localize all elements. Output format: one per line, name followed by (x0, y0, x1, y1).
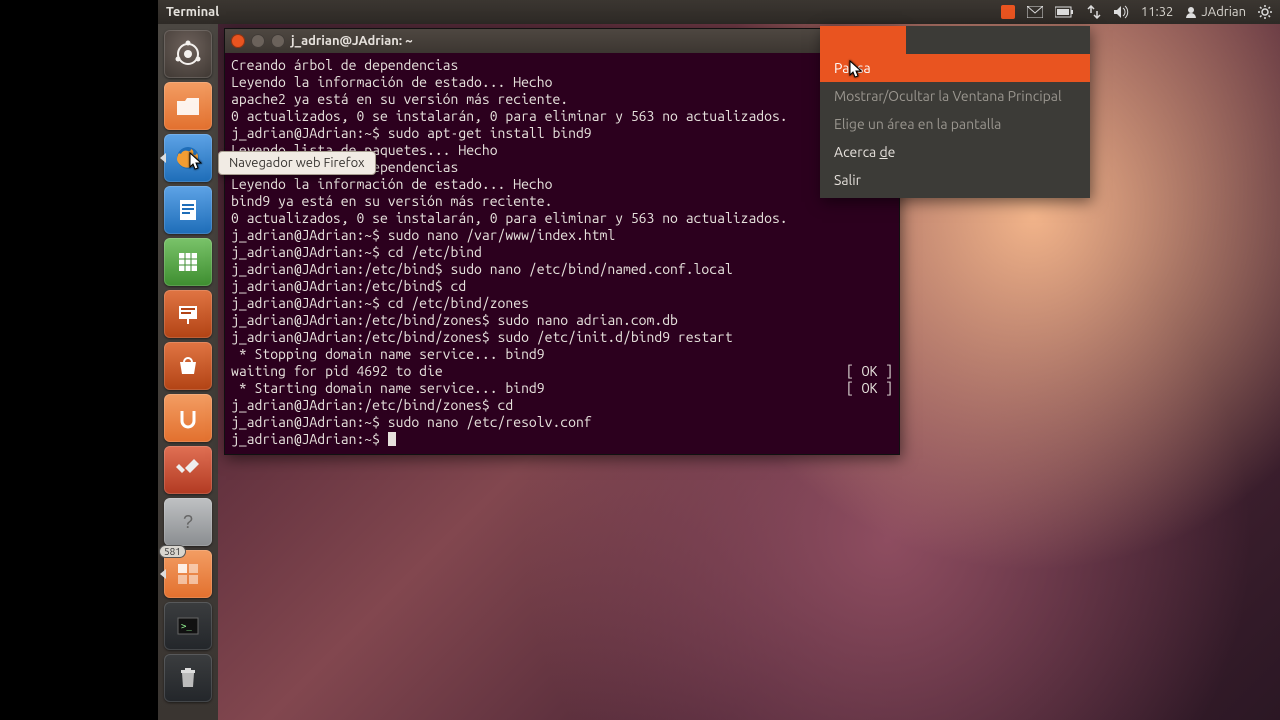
window-minimize-icon[interactable] (251, 34, 265, 48)
window-close-icon[interactable] (231, 34, 245, 48)
battery-icon[interactable] (1055, 6, 1075, 18)
menu-item[interactable]: Salir (820, 166, 1090, 194)
terminal-titlebar[interactable]: j_adrian@JAdrian: ~ (225, 29, 899, 53)
svg-text:>_: >_ (181, 622, 192, 632)
terminal-output[interactable]: Creando árbol de dependencias Leyendo la… (225, 53, 899, 454)
system-gear-icon[interactable] (1258, 5, 1272, 19)
screen-recorder-indicator[interactable] (1001, 5, 1015, 19)
network-icon[interactable] (1087, 5, 1101, 19)
settings-icon[interactable] (164, 446, 212, 494)
launcher: ? 581 >_ (158, 24, 218, 720)
launcher-tooltip: Navegador web Firefox (218, 151, 376, 175)
menu-item[interactable]: Mostrar/Ocultar la Ventana Principal (820, 82, 1090, 110)
menu-item[interactable]: Elige un área en la pantalla (820, 110, 1090, 138)
ubuntu-one-icon[interactable] (164, 394, 212, 442)
terminal-title: j_adrian@JAdrian: ~ (291, 34, 413, 48)
files-icon[interactable] (164, 82, 212, 130)
menu-handle (820, 26, 906, 54)
sound-icon[interactable] (1113, 5, 1129, 19)
panel-app-title: Terminal (166, 5, 219, 19)
calc-icon[interactable] (164, 238, 212, 286)
svg-text:?: ? (183, 512, 193, 532)
help-icon[interactable]: ? (164, 498, 212, 546)
top-panel: Terminal 11:32 JAdrian (158, 0, 1280, 24)
mail-icon[interactable] (1027, 6, 1043, 18)
clock[interactable]: 11:32 (1141, 5, 1174, 19)
firefox-icon[interactable] (164, 134, 212, 182)
impress-icon[interactable] (164, 290, 212, 338)
screen-recorder-menu: PausaMostrar/Ocultar la Ventana Principa… (820, 26, 1090, 198)
writer-icon[interactable] (164, 186, 212, 234)
workspace-switcher-icon[interactable]: 581 (164, 550, 212, 598)
terminal-launcher-icon[interactable]: >_ (164, 602, 212, 650)
menu-item[interactable]: Acerca de (820, 138, 1090, 166)
user-name: JAdrian (1201, 5, 1246, 19)
software-center-icon[interactable] (164, 342, 212, 390)
user-menu[interactable]: JAdrian (1185, 5, 1246, 19)
window-maximize-icon[interactable] (271, 34, 285, 48)
terminal-window[interactable]: j_adrian@JAdrian: ~ Creando árbol de dep… (224, 28, 900, 455)
trash-icon[interactable] (164, 654, 212, 702)
launcher-badge: 581 (160, 546, 185, 557)
dash-home-icon[interactable] (164, 30, 212, 78)
menu-item[interactable]: Pausa (820, 54, 1090, 82)
